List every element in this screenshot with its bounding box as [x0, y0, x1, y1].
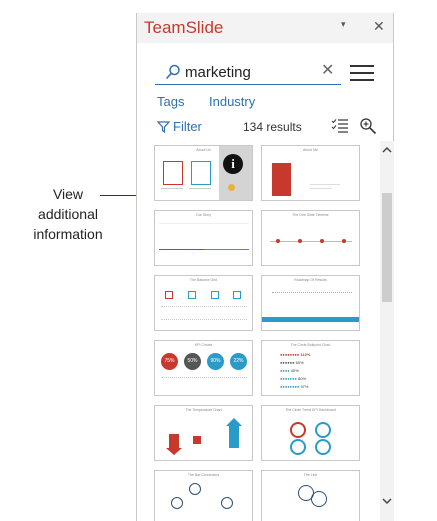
select-list-icon[interactable] [331, 117, 349, 133]
bullpoint-value: 80% [298, 376, 307, 381]
filter-button[interactable]: Filter [156, 119, 202, 134]
scrollbar[interactable] [380, 141, 394, 521]
results-grid: About Us i About Me Our Story The One Sl… [137, 141, 379, 521]
tab-tags[interactable]: Tags [157, 94, 184, 109]
zoom-in-icon[interactable] [359, 117, 377, 135]
slide-thumbnail-circle-trend-kpi-dashboard[interactable]: The Circle Trend KPI Dashboard [261, 405, 360, 461]
kpi-circle: 22% [230, 353, 247, 370]
slide-thumbnail-about-me[interactable]: About Me [261, 145, 360, 201]
slide-thumbnail-roadmap-of-results[interactable]: Roadmap Of Results [261, 275, 360, 331]
scroll-up-icon[interactable] [381, 145, 393, 155]
kpi-circle: 75% [161, 353, 178, 370]
filter-icon [156, 121, 171, 134]
slide-title: About Me [303, 148, 318, 152]
slide-thumbnail-kpi-circles[interactable]: KPI Circles 75% 50% 90% 22% [154, 340, 253, 396]
slide-title: KPI Circles [194, 343, 213, 347]
search-box: ✕ [155, 60, 341, 85]
bullpoint-value: 97% [300, 384, 309, 389]
callout-line-1: View [52, 186, 84, 202]
slide-thumbnail-about-us[interactable]: About Us i [154, 145, 253, 201]
slide-title: The Circle Bullpoint Chart [290, 343, 331, 347]
slide-title: The Temperature Chart [185, 408, 222, 412]
callout-line-3: information [33, 226, 103, 242]
callout-view-additional-info: View additional information [22, 184, 114, 244]
close-icon[interactable]: ✕ [373, 18, 385, 35]
slide-title: The Circle Trend KPI Dashboard [285, 408, 336, 412]
kpi-circle: 90% [207, 353, 224, 370]
clear-search-icon[interactable]: ✕ [321, 60, 334, 80]
slide-title: The Balance Grid [189, 278, 218, 282]
filter-label: Filter [173, 119, 202, 134]
kpi-circle: 50% [184, 353, 201, 370]
tab-industry[interactable]: Industry [209, 94, 255, 109]
teamslide-pane: TeamSlide ▾ ✕ ✕ Tags Industry Filter 134… [136, 13, 394, 521]
bullpoint-value: 40% [290, 368, 299, 373]
title-bar: TeamSlide ▾ ✕ [137, 13, 393, 43]
slide-title: The Link [303, 473, 318, 477]
slide-title: The One Slide Timeline [292, 213, 329, 217]
search-input[interactable] [185, 61, 315, 83]
slide-thumbnail-balance-grid[interactable]: The Balance Grid [154, 275, 253, 331]
slide-thumbnail-our-story[interactable]: Our Story [154, 210, 253, 266]
slide-thumbnail-temperature-chart[interactable]: The Temperature Chart [154, 405, 253, 461]
pane-options-icon[interactable]: ▾ [341, 19, 346, 30]
search-icon[interactable] [165, 64, 181, 80]
slide-title: Our Story [196, 213, 211, 217]
slide-thumbnail-circle-bullpoint-chart[interactable]: The Circle Bullpoint Chart ●●●●●●●● 110%… [261, 340, 360, 396]
callout-line-2: additional [38, 206, 98, 222]
scrollbar-thumb[interactable] [382, 193, 392, 302]
result-count: 134 results [243, 120, 302, 134]
slide-title: Roadmap Of Results [294, 278, 327, 282]
slide-title: The Bar Connectors [187, 473, 220, 477]
slide-thumbnail-the-link[interactable]: The Link [261, 470, 360, 521]
app-title: TeamSlide [144, 18, 224, 37]
status-dot [228, 184, 235, 191]
scroll-down-icon[interactable] [381, 496, 393, 506]
bullpoint-value: 60% [295, 360, 304, 365]
hamburger-menu-icon[interactable] [350, 65, 374, 81]
slide-thumbnail-one-slide-timeline[interactable]: The One Slide Timeline [261, 210, 360, 266]
slide-thumbnail-bar-connectors[interactable]: The Bar Connectors [154, 470, 253, 521]
bullpoint-value: 110% [300, 352, 311, 357]
info-icon[interactable]: i [223, 154, 243, 174]
